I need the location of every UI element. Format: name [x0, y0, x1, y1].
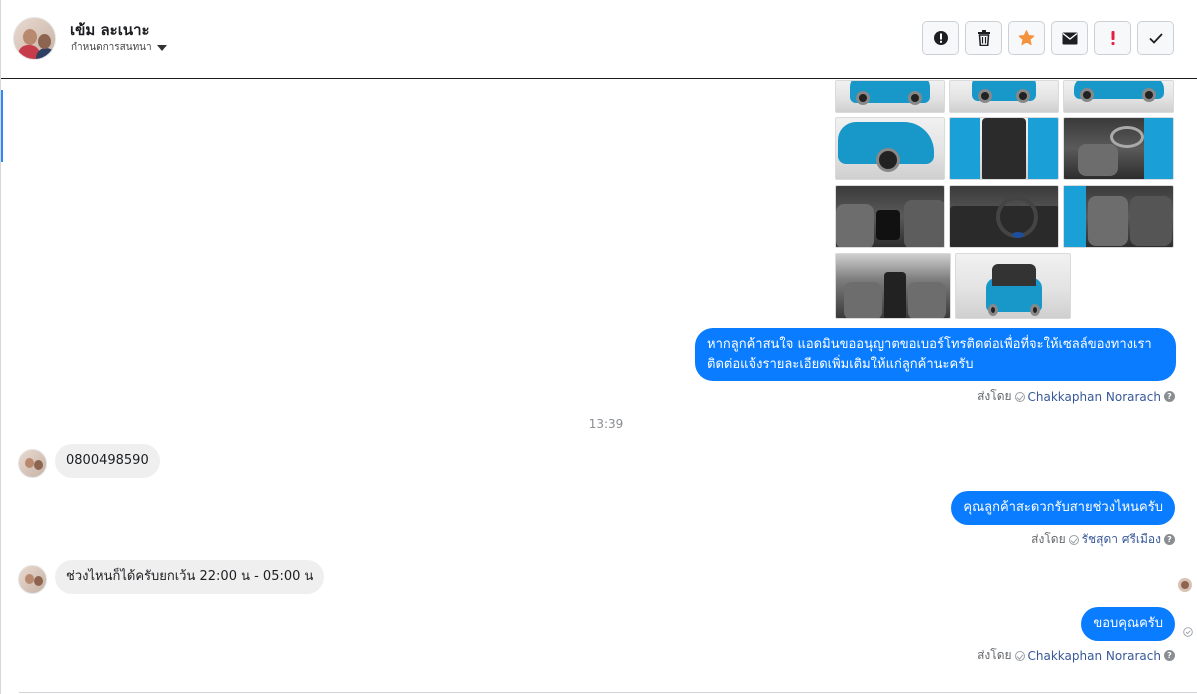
seen-avatar	[1178, 578, 1192, 592]
car-photo[interactable]	[949, 117, 1059, 180]
caret-down-icon	[156, 44, 167, 51]
composer-divider	[19, 692, 1197, 693]
contact-avatar-small	[18, 449, 47, 478]
car-photo[interactable]	[949, 185, 1059, 248]
mail-icon	[1062, 32, 1077, 44]
car-photo[interactable]	[1063, 80, 1174, 113]
help-icon[interactable]: ?	[1164, 534, 1175, 545]
incoming-message: 0800498590	[55, 444, 160, 478]
contact-avatar[interactable]	[13, 17, 56, 60]
message-text-line: ติดต่อแจ้งรายละเอียดเพิ่มเติมให้แก่ลูกค้…	[707, 357, 974, 372]
sender-name[interactable]: Chakkaphan Norarach	[1028, 390, 1161, 404]
check-icon	[1148, 32, 1163, 44]
car-photo[interactable]	[1063, 185, 1174, 248]
alert-circle-icon	[933, 31, 948, 45]
exclamation-icon	[1111, 31, 1114, 45]
car-photo[interactable]	[1063, 117, 1174, 180]
delete-button[interactable]	[965, 21, 1002, 55]
sent-by-prefix: ส่งโดย	[977, 389, 1012, 403]
assign-conversation-dropdown[interactable]: กำหนดการสนทนา	[71, 40, 167, 55]
message-text-line: หากลูกค้าสนใจ แอดมินขออนุญาตขอเบอร์โทรติ…	[707, 337, 1152, 352]
delivered-check-icon	[1183, 627, 1193, 637]
star-icon	[1018, 30, 1035, 46]
assign-conversation-label: กำหนดการสนทนา	[71, 42, 152, 53]
spam-button[interactable]	[1094, 21, 1131, 55]
message-timestamp: 13:39	[588, 417, 624, 431]
incoming-message: ช่วงไหนก็ได้ครับยกเว้น 22:00 น - 05:00 น	[55, 560, 325, 594]
car-photo[interactable]	[949, 80, 1059, 113]
conversation-header: เข้ม ละเนาะ กำหนดการสนทนา	[1, 0, 1197, 79]
outgoing-message: คุณลูกค้าสะดวกรับสายช่วงไหนครับ	[951, 491, 1175, 525]
sent-by-prefix: ส่งโดย	[1031, 532, 1066, 546]
car-photo[interactable]	[955, 253, 1071, 319]
trash-icon	[977, 30, 990, 46]
sent-by-info: ส่งโดย รัชสุดา ศรีเมือง ?	[1031, 530, 1175, 549]
sender-name[interactable]: รัชสุดา ศรีเมือง	[1082, 530, 1161, 549]
outgoing-message: หากลูกค้าสนใจ แอดมินขออนุญาตขอเบอร์โทรติ…	[695, 328, 1176, 381]
help-icon[interactable]: ?	[1164, 391, 1175, 402]
active-indicator	[1, 90, 3, 162]
car-photo[interactable]	[835, 117, 945, 180]
sent-by-info: ส่งโดย Chakkaphan Norarach ?	[977, 387, 1175, 406]
verified-check-icon	[1014, 391, 1025, 402]
car-photo[interactable]	[835, 80, 945, 113]
car-photo[interactable]	[835, 185, 945, 248]
help-icon[interactable]: ?	[1164, 650, 1175, 661]
sent-by-info: ส่งโดย Chakkaphan Norarach ?	[977, 646, 1175, 665]
contact-avatar-small	[18, 565, 47, 594]
verified-check-icon	[1068, 534, 1079, 545]
star-button[interactable]	[1008, 21, 1045, 55]
mark-unread-button[interactable]	[1051, 21, 1088, 55]
report-button[interactable]	[922, 21, 959, 55]
sent-by-prefix: ส่งโดย	[977, 648, 1012, 662]
contact-name[interactable]: เข้ม ละเนาะ	[70, 18, 150, 42]
car-photo[interactable]	[835, 253, 951, 319]
mark-done-button[interactable]	[1137, 21, 1174, 55]
verified-check-icon	[1014, 650, 1025, 661]
sender-name[interactable]: Chakkaphan Norarach	[1028, 649, 1161, 663]
conversation-panel: เข้ม ละเนาะ กำหนดการสนทนา หากลูกค้าสนใจ …	[0, 0, 1197, 694]
header-actions	[922, 21, 1174, 55]
outgoing-message: ขอบคุณครับ	[1081, 607, 1175, 641]
